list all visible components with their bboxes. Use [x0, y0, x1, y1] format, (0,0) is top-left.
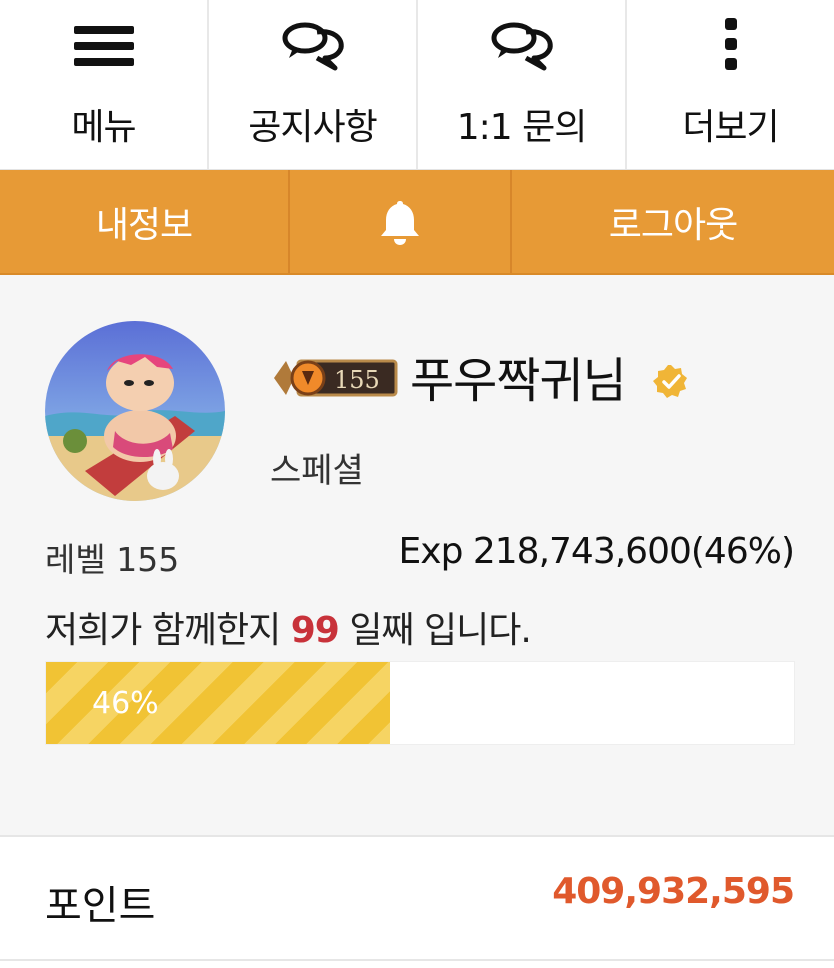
exp-label: Exp 218,743,600(46%)	[398, 531, 795, 572]
inquiry-label: 1:1 문의	[456, 107, 588, 148]
chat-bubbles-icon	[282, 22, 344, 71]
inquiry-button[interactable]: 1:1 문의	[418, 0, 627, 169]
exp-progress-bar: 46%	[45, 661, 795, 745]
days-together-text: 저희가 함께한지 99 일째 입니다.	[45, 601, 532, 653]
bell-icon	[381, 200, 419, 245]
notice-label: 공지사항	[248, 107, 377, 148]
notice-button[interactable]: 공지사항	[209, 0, 418, 169]
more-button[interactable]: 더보기	[627, 0, 834, 169]
top-navigation: 메뉴 공지사항 1:1 문의 더보기	[0, 0, 834, 170]
days-together-suffix: 일째 입니다.	[349, 610, 531, 651]
days-together-prefix: 저희가 함께한지	[45, 610, 281, 651]
avatar[interactable]	[45, 321, 225, 501]
level-label: 레벨 155	[45, 540, 180, 579]
more-label: 더보기	[682, 107, 779, 148]
points-value: 409,932,595	[552, 871, 795, 912]
my-info-button[interactable]: 내정보	[0, 170, 290, 273]
menu-button[interactable]: 메뉴	[0, 0, 209, 169]
points-row[interactable]: 포인트 409,932,595	[0, 835, 834, 961]
exp-progress-label: 46%	[92, 686, 159, 721]
nickname: 푸우짝귀님	[410, 353, 627, 409]
rank-badge: 155	[274, 359, 398, 397]
days-together-count: 99	[290, 610, 340, 651]
action-bar: 내정보 로그아웃	[0, 170, 834, 275]
verified-badge-icon	[653, 365, 687, 398]
logout-button[interactable]: 로그아웃	[512, 170, 834, 273]
rank-badge-level: 155	[334, 366, 380, 394]
points-label: 포인트	[45, 883, 156, 929]
chat-bubbles-icon	[491, 22, 553, 71]
menu-label: 메뉴	[71, 107, 136, 148]
vertical-dots-icon	[724, 18, 737, 70]
profile-section: 155 푸우짝귀님 스페셜 레벨 155 Exp 218,743,600(46%…	[0, 275, 834, 835]
notifications-button[interactable]	[290, 170, 512, 273]
member-role: 스페셜	[270, 451, 364, 491]
hamburger-menu-icon	[73, 26, 134, 66]
